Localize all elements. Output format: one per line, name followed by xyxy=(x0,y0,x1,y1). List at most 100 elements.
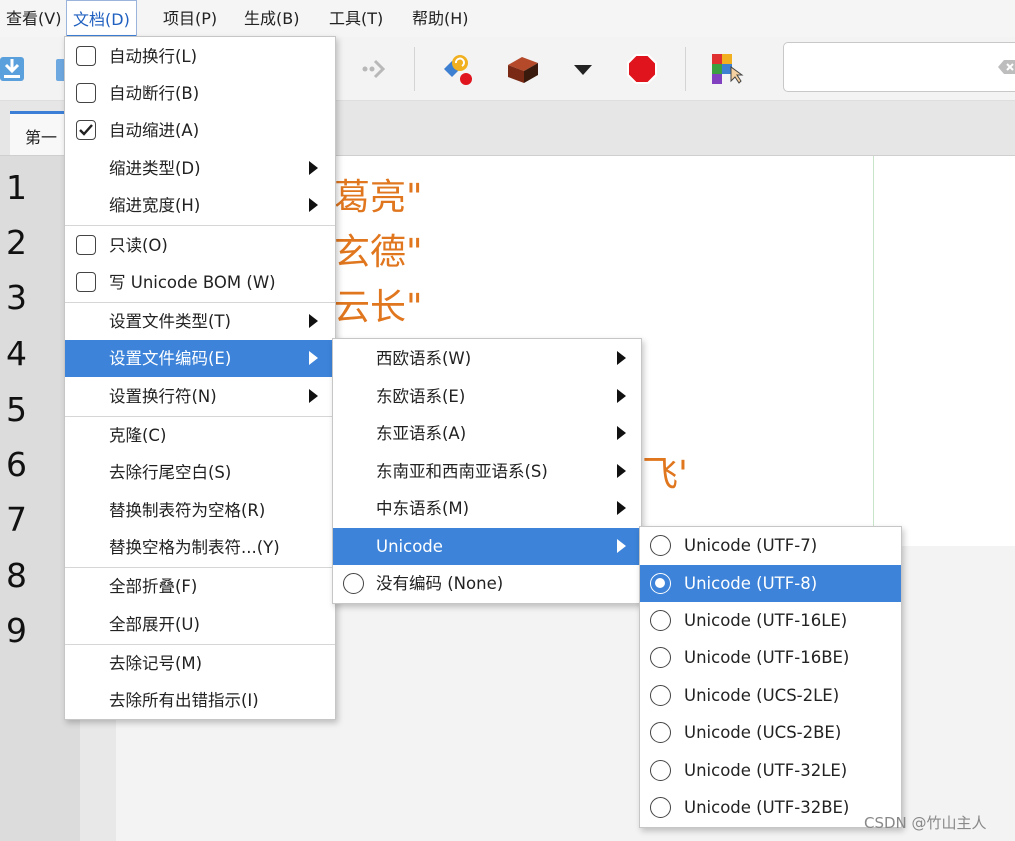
submenu-arrow-icon xyxy=(309,161,318,175)
menu-item-utf32le[interactable]: Unicode (UTF-32LE) xyxy=(640,752,901,789)
menu-item-label: 去除行尾空白(S) xyxy=(109,463,232,482)
submenu-arrow-icon xyxy=(617,501,626,515)
color-chooser-icon[interactable] xyxy=(709,51,745,87)
menu-item-label: 缩进宽度(H) xyxy=(109,196,201,215)
menu-item-replace-tabs[interactable]: 替换制表符为空格(R) xyxy=(65,492,335,529)
compile-icon[interactable] xyxy=(440,51,476,87)
menu-item-word-wrap[interactable]: 自动换行(L) xyxy=(65,38,335,75)
menu-item-label: Unicode (UTF-16BE) xyxy=(684,648,850,667)
toolbar-separator xyxy=(685,47,686,91)
menu-item-clone[interactable]: 克隆(C) xyxy=(65,417,335,454)
menu-item-utf16be[interactable]: Unicode (UTF-16BE) xyxy=(640,639,901,676)
menu-item-utf16le[interactable]: Unicode (UTF-16LE) xyxy=(640,602,901,639)
menu-item-set-line-endings[interactable]: 设置换行符(N) xyxy=(65,378,335,415)
radio-icon xyxy=(650,610,671,631)
search-input[interactable] xyxy=(783,42,1015,92)
encoding-submenu: 西欧语系(W) 东欧语系(E) 东亚语系(A) 东南亚和西南亚语系(S) 中东语… xyxy=(332,338,642,604)
tab-document[interactable]: 第一 xyxy=(10,111,70,155)
code-line: 云长" xyxy=(334,287,423,328)
menu-item-label: 去除记号(M) xyxy=(109,654,203,673)
menu-item-set-filetype[interactable]: 设置文件类型(T) xyxy=(65,303,335,340)
menu-item-label: 替换制表符为空格(R) xyxy=(109,501,266,520)
menu-item-write-unicode-bom[interactable]: 写 Unicode BOM (W) xyxy=(65,264,335,301)
radio-icon xyxy=(650,797,671,818)
menu-item-middle-eastern[interactable]: 中东语系(M) xyxy=(333,490,641,527)
menu-item-label: 设置换行符(N) xyxy=(109,387,217,406)
menu-item-auto-indent[interactable]: 自动缩进(A) xyxy=(65,112,335,149)
line-number: 3 xyxy=(6,278,27,317)
menu-item-western-european[interactable]: 西欧语系(W) xyxy=(333,340,641,377)
radio-icon xyxy=(650,685,671,706)
menu-item-line-breaking[interactable]: 自动断行(B) xyxy=(65,75,335,112)
menu-item-utf7[interactable]: Unicode (UTF-7) xyxy=(640,527,901,564)
radio-icon xyxy=(343,573,364,594)
line-number: 6 xyxy=(6,445,27,484)
menu-view[interactable]: 查看(V) xyxy=(0,0,67,37)
menu-item-set-encoding[interactable]: 设置文件编码(E) xyxy=(65,340,335,377)
submenu-arrow-icon xyxy=(309,351,318,365)
menu-item-label: 设置文件类型(T) xyxy=(109,312,231,331)
menu-item-label: Unicode (UTF-32BE) xyxy=(684,798,850,817)
clear-icon[interactable] xyxy=(996,57,1015,77)
chevron-down-icon[interactable] xyxy=(566,51,602,87)
menu-item-label: Unicode (UTF-7) xyxy=(684,536,818,555)
save-icon[interactable] xyxy=(0,51,30,87)
menu-item-indent-width[interactable]: 缩进宽度(H) xyxy=(65,187,335,224)
menu-help[interactable]: 帮助(H) xyxy=(406,0,475,37)
menu-tools[interactable]: 工具(T) xyxy=(323,0,389,37)
submenu-arrow-icon xyxy=(309,389,318,403)
menu-item-label: 没有编码 (None) xyxy=(376,574,504,593)
watermark: CSDN @竹山主人 xyxy=(864,814,987,832)
code-line: 葛亮" xyxy=(334,177,423,218)
menu-item-eastern-european[interactable]: 东欧语系(E) xyxy=(333,378,641,415)
menu-item-east-asian[interactable]: 东亚语系(A) xyxy=(333,415,641,452)
line-number: 2 xyxy=(6,223,27,262)
checkbox-icon xyxy=(76,83,96,103)
stop-icon[interactable] xyxy=(624,51,660,87)
menu-item-ucs2le[interactable]: Unicode (UCS-2LE) xyxy=(640,677,901,714)
menu-item-utf32be[interactable]: Unicode (UTF-32BE) xyxy=(640,789,901,826)
menu-item-utf8[interactable]: Unicode (UTF-8) xyxy=(640,565,901,602)
code-line: 玄德" xyxy=(334,232,423,273)
menu-separator xyxy=(65,225,335,226)
menu-item-label: 东亚语系(A) xyxy=(376,424,467,443)
menu-item-se-sw-asian[interactable]: 东南亚和西南亚语系(S) xyxy=(333,453,641,490)
long-line-marker xyxy=(873,156,874,546)
line-number: 9 xyxy=(6,611,27,650)
menu-item-label: 设置文件编码(E) xyxy=(109,349,232,368)
menu-item-remove-error-indicators[interactable]: 去除所有出错指示(I) xyxy=(65,682,335,719)
menu-item-replace-spaces[interactable]: 替换空格为制表符...(Y) xyxy=(65,529,335,566)
menu-item-label: 自动换行(L) xyxy=(109,47,198,66)
menu-item-strip-trailing-spaces[interactable]: 去除行尾空白(S) xyxy=(65,454,335,491)
menu-item-ucs2be[interactable]: Unicode (UCS-2BE) xyxy=(640,714,901,751)
checkbox-icon xyxy=(76,235,96,255)
line-number: 4 xyxy=(6,334,27,373)
submenu-arrow-icon xyxy=(617,464,626,478)
menu-item-label: 替换空格为制表符...(Y) xyxy=(109,538,280,557)
toolbar-separator xyxy=(414,47,415,91)
menu-build[interactable]: 生成(B) xyxy=(238,0,305,37)
line-number: 7 xyxy=(6,500,27,539)
menu-item-indent-type[interactable]: 缩进类型(D) xyxy=(65,150,335,187)
menu-item-unfold-all[interactable]: 全部展开(U) xyxy=(65,606,335,643)
menu-item-remove-markers[interactable]: 去除记号(M) xyxy=(65,645,335,682)
menu-item-read-only[interactable]: 只读(O) xyxy=(65,227,335,264)
menu-item-label: 全部展开(U) xyxy=(109,615,200,634)
menu-item-no-encoding[interactable]: 没有编码 (None) xyxy=(333,565,641,602)
menu-document[interactable]: 文档(D) xyxy=(66,0,137,38)
menu-item-label: Unicode (UTF-16LE) xyxy=(684,611,848,630)
menu-item-fold-all[interactable]: 全部折叠(F) xyxy=(65,568,335,605)
menu-project[interactable]: 项目(P) xyxy=(157,0,223,37)
submenu-arrow-icon xyxy=(617,426,626,440)
menu-item-label: 只读(O) xyxy=(109,236,168,255)
build-icon[interactable] xyxy=(504,51,540,87)
menu-item-label: 中东语系(M) xyxy=(376,499,470,518)
menu-item-label: 缩进类型(D) xyxy=(109,159,201,178)
jump-forward-icon[interactable] xyxy=(355,51,391,87)
menu-item-label: 写 Unicode BOM (W) xyxy=(109,273,276,292)
menu-item-label: 去除所有出错指示(I) xyxy=(109,691,259,710)
submenu-arrow-icon xyxy=(309,314,318,328)
menu-item-unicode[interactable]: Unicode xyxy=(333,528,641,565)
radio-icon xyxy=(650,722,671,743)
line-number: 1 xyxy=(6,168,27,207)
